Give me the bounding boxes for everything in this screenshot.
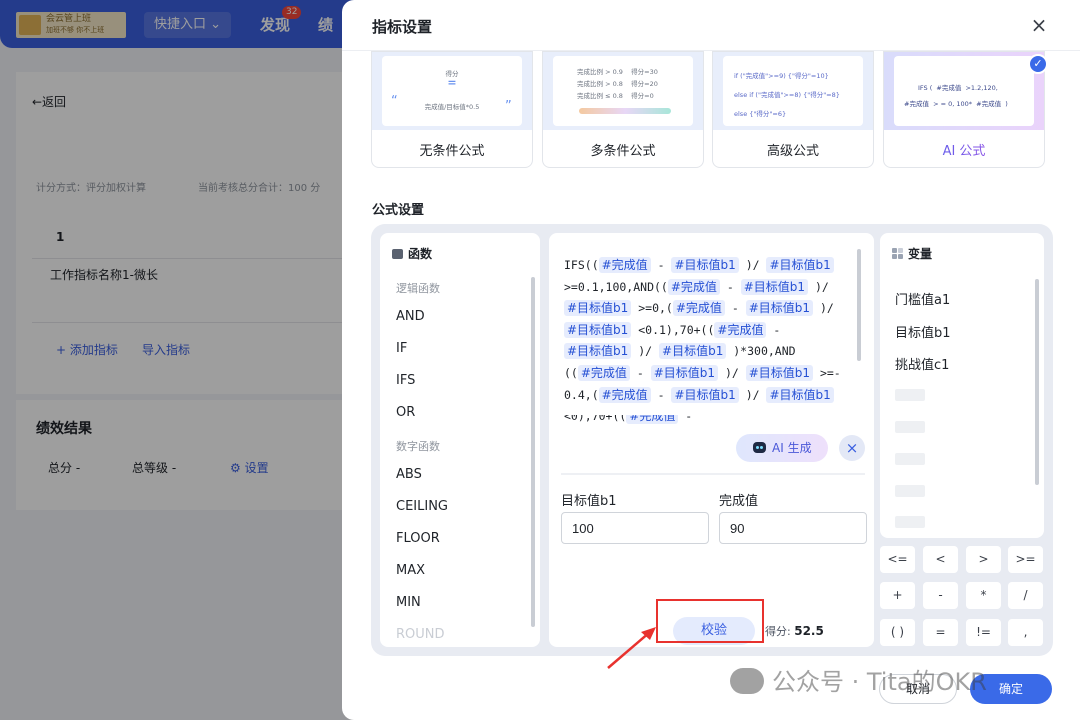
variables-panel: 变量 门槛值a1 目标值b1 挑战值c1 xyxy=(880,233,1044,538)
preview-content: IFS ( #完成值 >1.2,120, #完成值 > = 0, 100* #完… xyxy=(894,56,1034,126)
function-item[interactable]: IF xyxy=(380,333,530,365)
operator-key[interactable]: != xyxy=(966,619,1001,646)
annotation-arrow-icon xyxy=(607,627,656,669)
function-item[interactable]: FLOOR xyxy=(380,523,530,555)
close-icon[interactable]: × xyxy=(1028,14,1050,36)
operator-key[interactable]: = xyxy=(923,619,958,646)
card-advanced-formula[interactable]: if ("完成值">=9) {"得分"=10} else if ("完成值">=… xyxy=(712,51,874,168)
robot-icon xyxy=(753,442,766,453)
variables-scrollbar[interactable] xyxy=(1035,279,1039,485)
preview-content: 得分 = 完成值/目标值*0.5 “ ” xyxy=(382,56,522,126)
selected-check-icon: ✓ xyxy=(1028,54,1048,74)
clear-icon[interactable]: × xyxy=(839,435,865,461)
functions-scrollbar[interactable] xyxy=(531,277,535,627)
variable-item-blurred[interactable] xyxy=(895,453,925,465)
operator-key[interactable]: + xyxy=(880,582,915,609)
score-result: 得分: 52.5 xyxy=(765,624,824,638)
preview-content: if ("完成值">=9) {"得分"=10} else if ("完成值">=… xyxy=(723,56,863,126)
function-group-label: 数字函数 xyxy=(396,440,440,453)
variable-item-blurred[interactable] xyxy=(895,389,925,401)
card-label: 多条件公式 xyxy=(590,144,656,159)
section-title: 公式设置 xyxy=(372,203,425,218)
card-label: 无条件公式 xyxy=(419,144,485,159)
target-label: 目标值b1 xyxy=(561,494,617,509)
operator-key[interactable]: <= xyxy=(880,546,915,573)
operator-key[interactable]: , xyxy=(1008,619,1043,646)
variable-item[interactable]: 目标值b1 xyxy=(895,322,951,341)
function-item[interactable]: MAX xyxy=(380,555,530,587)
function-item[interactable]: ROUND xyxy=(380,619,530,647)
card-preview: 得分 = 完成值/目标值*0.5 “ ” xyxy=(372,52,532,130)
card-preview: if ("完成值">=9) {"得分"=10} else if ("完成值">=… xyxy=(713,52,873,130)
panel-divider xyxy=(561,473,865,475)
function-item[interactable]: MIN xyxy=(380,587,530,619)
card-preview: IFS ( #完成值 >1.2,120, #完成值 > = 0, 100* #完… xyxy=(884,52,1044,130)
operator-key[interactable]: * xyxy=(966,582,1001,609)
card-label: AI 公式 xyxy=(884,140,1044,159)
function-item[interactable]: ABS xyxy=(380,459,530,491)
preview-content: 完成比例 > 0.9 得分=30 完成比例 > 0.8 得分=20 完成比例 ≤… xyxy=(553,56,693,126)
variable-icon xyxy=(892,248,903,259)
variable-item-blurred[interactable] xyxy=(895,421,925,433)
operator-key[interactable]: < xyxy=(923,546,958,573)
operator-key[interactable]: >= xyxy=(1008,546,1043,573)
function-icon xyxy=(392,248,403,259)
functions-panel: 函数 逻辑函数 AND IF IFS OR 数字函数 ABS CEILING F… xyxy=(380,233,540,647)
operator-key[interactable]: - xyxy=(923,582,958,609)
formula-text[interactable]: IFS((#完成值 - #目标值b1 )/ #目标值b1 >=0.1,100,A… xyxy=(564,255,844,428)
function-item[interactable]: CEILING xyxy=(380,491,530,523)
operator-key[interactable]: ( ) xyxy=(880,619,915,646)
highlight-box xyxy=(656,599,764,643)
card-unconditional-formula[interactable]: 得分 = 完成值/目标值*0.5 “ ” 无条件公式 xyxy=(371,51,533,168)
target-value-input[interactable] xyxy=(561,512,709,544)
formula-panel: IFS((#完成值 - #目标值b1 )/ #目标值b1 >=0.1,100,A… xyxy=(549,233,874,647)
function-list: 逻辑函数 AND IF IFS OR 数字函数 ABS CEILING FLOO… xyxy=(380,271,530,647)
drawer-title: 指标设置 xyxy=(372,18,433,36)
operator-key[interactable]: / xyxy=(1008,582,1043,609)
variable-item-blurred[interactable] xyxy=(895,485,925,497)
card-preview: 完成比例 > 0.9 得分=30 完成比例 > 0.8 得分=20 完成比例 ≤… xyxy=(543,52,703,130)
wechat-logo-icon xyxy=(730,668,764,694)
watermark: 公众号 · Tita的OKR xyxy=(730,662,987,697)
ai-generate-button[interactable]: AI 生成 xyxy=(736,434,828,462)
functions-header: 函数 xyxy=(392,245,432,262)
card-multi-condition-formula[interactable]: 完成比例 > 0.9 得分=30 完成比例 > 0.8 得分=20 完成比例 ≤… xyxy=(542,51,704,168)
variable-item-blurred[interactable] xyxy=(895,516,925,528)
formula-editor: 函数 逻辑函数 AND IF IFS OR 数字函数 ABS CEILING F… xyxy=(371,224,1053,656)
variable-item[interactable]: 门槛值a1 xyxy=(895,289,950,308)
operator-key[interactable]: > xyxy=(966,546,1001,573)
variable-item[interactable]: 挑战值c1 xyxy=(895,354,949,373)
formula-scrollbar[interactable] xyxy=(857,249,861,361)
variables-header: 变量 xyxy=(892,245,932,262)
function-group-label: 逻辑函数 xyxy=(396,282,440,295)
card-label: 高级公式 xyxy=(766,144,819,159)
actual-label: 完成值 xyxy=(719,494,759,509)
actual-value-input[interactable] xyxy=(719,512,867,544)
formula-fade xyxy=(549,403,874,415)
function-item[interactable]: IFS xyxy=(380,365,530,397)
card-ai-formula[interactable]: IFS ( #完成值 >1.2,120, #完成值 > = 0, 100* #完… xyxy=(883,51,1048,168)
function-item[interactable]: OR xyxy=(380,397,530,429)
function-item[interactable]: AND xyxy=(380,301,530,333)
